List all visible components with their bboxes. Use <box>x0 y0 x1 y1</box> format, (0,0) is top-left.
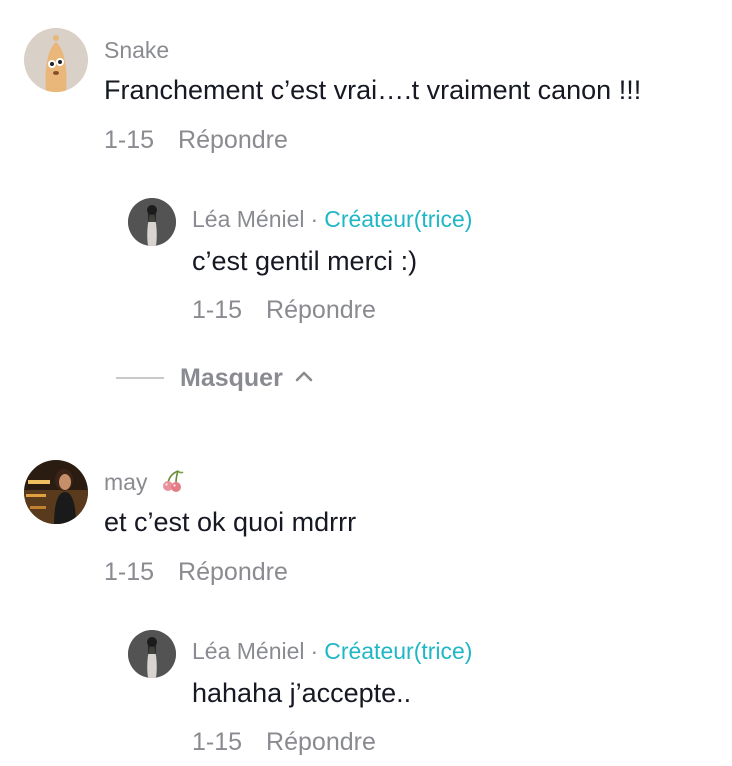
reply-meta: 1-15 Répondre <box>192 727 376 757</box>
reply-username: Léa Méniel · Créateur(trice) <box>192 205 472 233</box>
creator-badge: Créateur(trice) <box>324 638 473 664</box>
reply-meta: 1-15 Répondre <box>192 295 376 325</box>
username-text[interactable]: Léa Méniel <box>192 638 305 664</box>
divider-line <box>116 377 164 379</box>
comment-text: Franchement c’est vrai….t vraiment canon… <box>104 75 642 105</box>
comment-date: 1-15 <box>104 558 155 586</box>
avatar-may[interactable] <box>24 460 88 524</box>
reply-button[interactable]: Répondre <box>178 126 288 154</box>
reply-username: Léa Méniel · Créateur(trice) <box>192 637 472 665</box>
reply-button[interactable]: Répondre <box>266 728 376 756</box>
hide-replies-button[interactable]: Masquer <box>116 362 313 394</box>
reply-text: c’est gentil merci :) <box>192 246 418 276</box>
username-text[interactable]: Léa Méniel <box>192 206 305 232</box>
comment-meta: 1-15 Répondre <box>104 557 288 587</box>
comment-username[interactable]: may <box>104 468 184 499</box>
username-text[interactable]: Snake <box>104 37 169 63</box>
avatar-lea[interactable] <box>128 630 176 678</box>
comment-text: et c’est ok quoi mdrrr <box>104 507 357 537</box>
reply-date: 1-15 <box>192 728 243 756</box>
avatar-lea[interactable] <box>128 198 176 246</box>
separator: · <box>310 206 319 232</box>
comment-username[interactable]: Snake <box>104 36 169 64</box>
lea-avatar-icon <box>128 198 176 246</box>
snake-avatar-icon <box>24 28 88 92</box>
comment-date: 1-15 <box>104 126 155 154</box>
reply-text: hahaha j’accepte.. <box>192 678 412 708</box>
separator: · <box>310 638 319 664</box>
username-text[interactable]: may <box>104 469 147 495</box>
may-avatar-icon <box>24 460 88 524</box>
comment-meta: 1-15 Répondre <box>104 125 288 155</box>
cherries-icon <box>160 469 184 499</box>
hide-replies-label: Masquer <box>180 364 283 392</box>
reply-date: 1-15 <box>192 296 243 324</box>
lea-avatar-icon <box>128 630 176 678</box>
avatar-snake[interactable] <box>24 28 88 92</box>
reply-button[interactable]: Répondre <box>266 296 376 324</box>
reply-button[interactable]: Répondre <box>178 558 288 586</box>
creator-badge: Créateur(trice) <box>324 206 473 232</box>
chevron-up-icon <box>295 369 313 387</box>
